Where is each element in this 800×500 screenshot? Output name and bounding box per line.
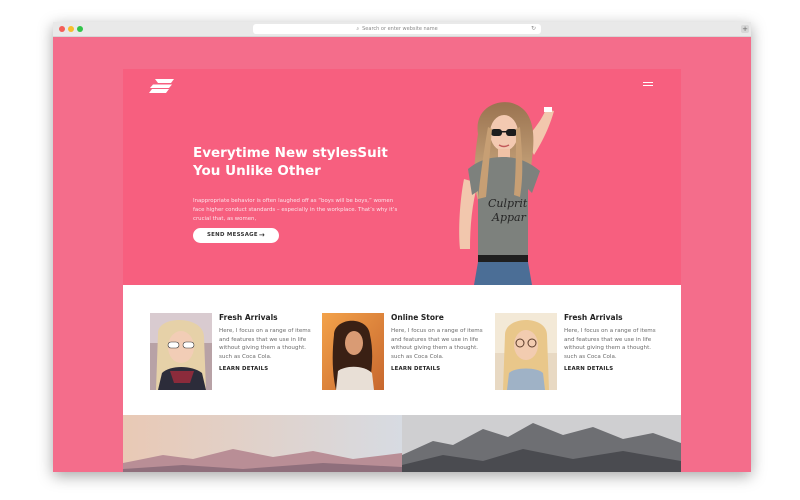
hamburger-icon[interactable] xyxy=(643,82,653,88)
mountain-banner-image xyxy=(123,415,681,472)
arrow-right-icon: → xyxy=(258,231,265,239)
learn-details-link[interactable]: LEARN DETAILS xyxy=(564,366,613,372)
feature-image-2 xyxy=(322,313,384,390)
learn-details-link[interactable]: LEARN DETAILS xyxy=(391,366,440,372)
feature-title: Online Store xyxy=(391,313,444,322)
feature-image-3 xyxy=(495,313,557,390)
feature-card-online-store: Online Store Here, I focus on a range of… xyxy=(322,313,492,393)
address-placeholder: Search or enter website name xyxy=(362,26,438,32)
hero-model-image: Culprit Appar xyxy=(459,102,554,285)
shirt-print-2: Appar xyxy=(491,211,527,224)
shirt-print-1: Culprit xyxy=(488,197,528,210)
new-tab-button[interactable]: + xyxy=(741,25,749,33)
learn-details-link[interactable]: LEARN DETAILS xyxy=(219,366,268,372)
send-message-button[interactable]: SEND MESSAGE → xyxy=(193,228,279,243)
s-logo-icon[interactable] xyxy=(149,78,175,94)
feature-title: Fresh Arrivals xyxy=(219,313,278,322)
feature-text: Here, I focus on a range of items and fe… xyxy=(219,328,311,360)
maximize-window-button[interactable] xyxy=(77,26,83,32)
feature-text: Here, I focus on a range of items and fe… xyxy=(564,328,656,360)
bracelet xyxy=(544,107,552,112)
address-bar[interactable]: ⌕ Search or enter website name ↻ xyxy=(253,24,541,34)
feature-image-1 xyxy=(150,313,212,390)
send-message-label: SEND MESSAGE xyxy=(207,232,258,238)
hero-title: Everytime New stylesSuit You Unlike Othe… xyxy=(193,145,388,179)
close-window-button[interactable] xyxy=(59,26,65,32)
website: Everytime New stylesSuit You Unlike Othe… xyxy=(123,69,681,472)
magnifier-icon: ⌕ xyxy=(356,26,360,32)
browser-window: ⌕ Search or enter website name ↻ + Everyt… xyxy=(53,22,751,472)
feature-text: Here, I focus on a range of items and fe… xyxy=(391,328,483,360)
hero-section: Everytime New stylesSuit You Unlike Othe… xyxy=(123,69,681,285)
reload-icon[interactable]: ↻ xyxy=(531,24,536,34)
hero-description: Inappropriate behavior is often laughed … xyxy=(193,198,398,222)
features-section: Fresh Arrivals Here, I focus on a range … xyxy=(123,285,681,415)
feature-card-fresh-arrivals: Fresh Arrivals Here, I focus on a range … xyxy=(150,313,320,393)
feature-card-fresh-arrivals-2: Fresh Arrivals Here, I focus on a range … xyxy=(495,313,665,393)
browser-toolbar: ⌕ Search or enter website name ↻ + xyxy=(53,22,751,37)
minimize-window-button[interactable] xyxy=(68,26,74,32)
feature-title: Fresh Arrivals xyxy=(564,313,623,322)
plus-icon: + xyxy=(742,25,748,33)
